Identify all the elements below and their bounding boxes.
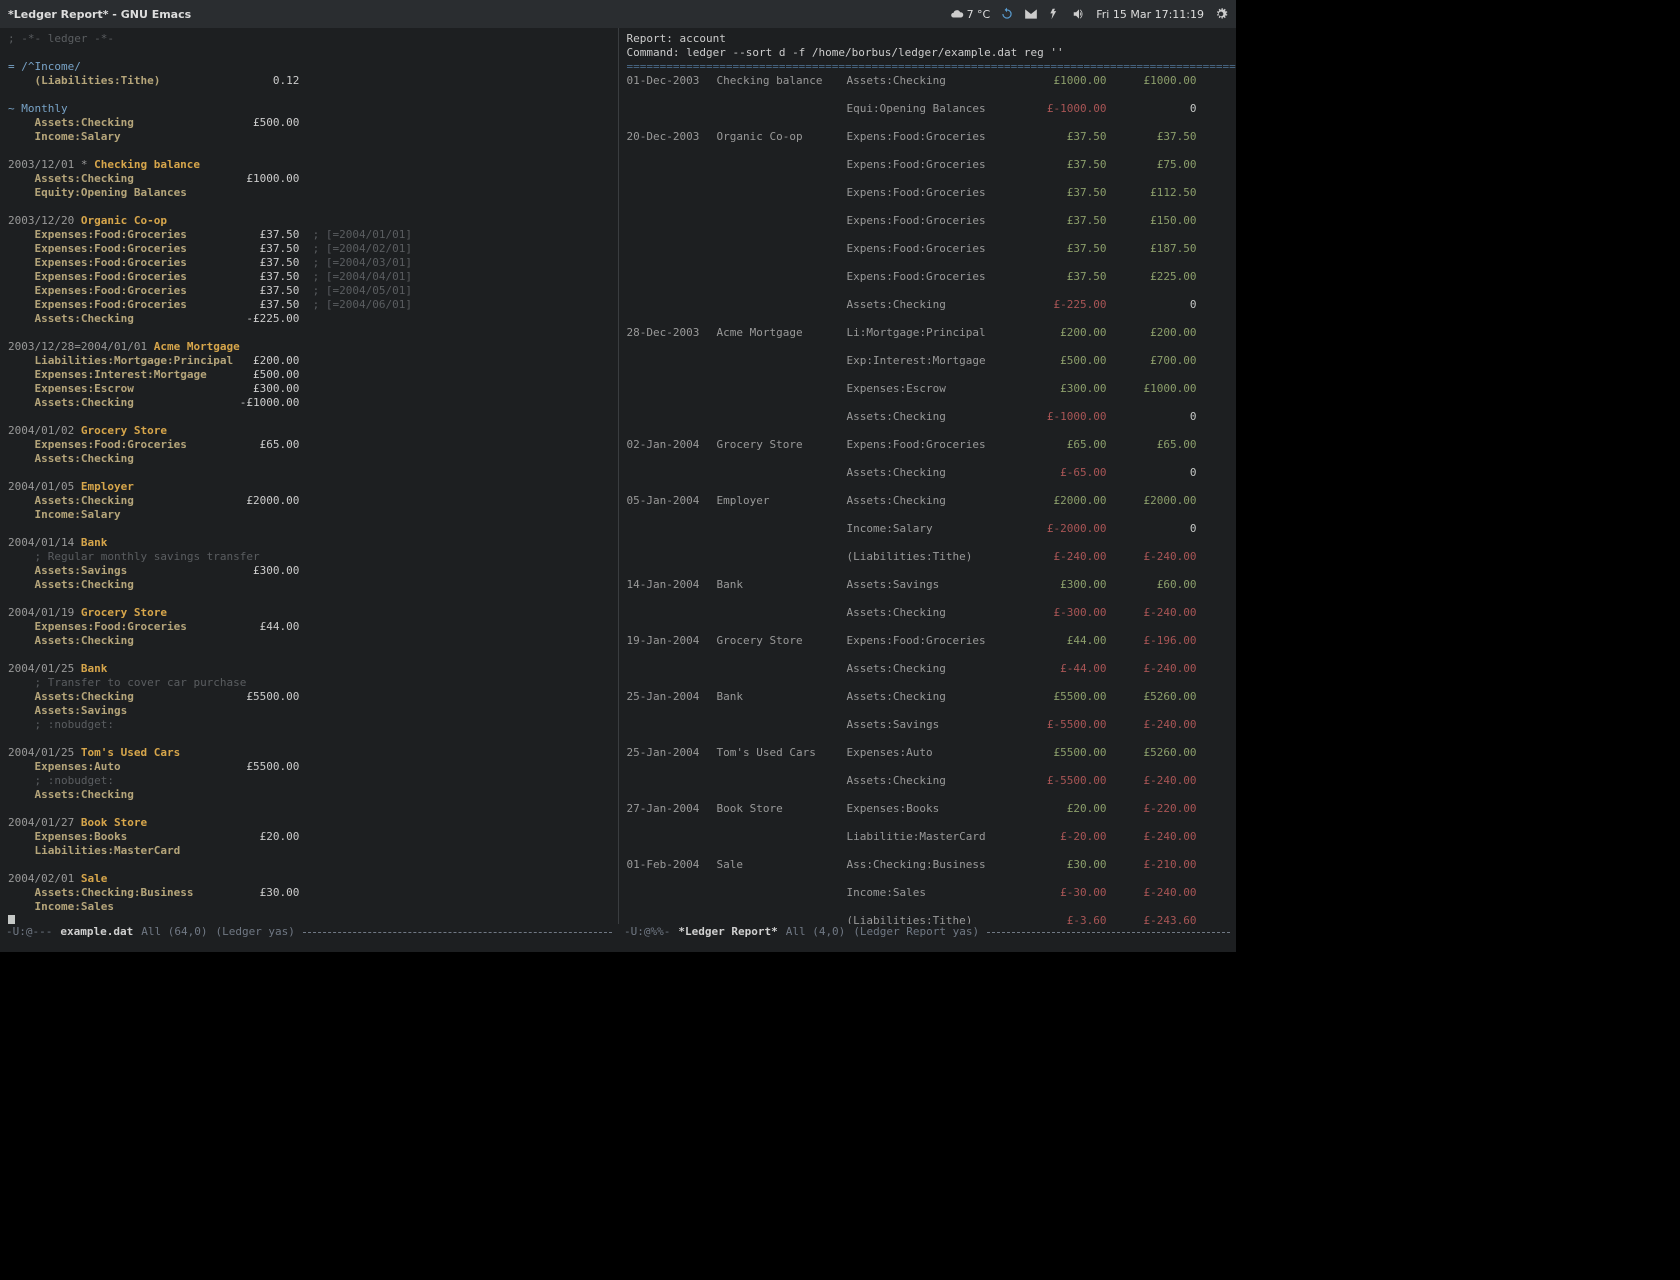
report-row: Expens:Food:Groceries£37.50£75.00 <box>627 158 1229 172</box>
report-row: 01-Dec-2003Checking balanceAssets:Checki… <box>627 74 1229 88</box>
refresh-icon[interactable] <box>1000 7 1014 21</box>
titlebar: *Ledger Report* - GNU Emacs 7 °C Fri 15 … <box>0 0 1236 28</box>
report-row: Income:Sales£-30.00£-240.00 <box>627 886 1229 900</box>
ml-mode: (Ledger yas) <box>215 925 294 938</box>
report-row: 25-Jan-2004Tom's Used CarsExpenses:Auto£… <box>627 746 1229 760</box>
report-row: Expens:Food:Groceries£37.50£150.00 <box>627 214 1229 228</box>
report-row: Assets:Savings£-5500.00£-240.00 <box>627 718 1229 732</box>
report-row: Assets:Checking£-65.000 <box>627 466 1229 480</box>
report-row: 01-Feb-2004SaleAss:Checking:Business£30.… <box>627 858 1229 872</box>
settings-icon[interactable] <box>1214 7 1228 21</box>
volume-icon[interactable] <box>1072 7 1086 21</box>
weather-widget[interactable]: 7 °C <box>950 7 991 21</box>
network-icon[interactable] <box>1048 7 1062 21</box>
report-row: Liabilitie:MasterCard£-20.00£-240.00 <box>627 830 1229 844</box>
report-row: 28-Dec-2003Acme MortgageLi:Mortgage:Prin… <box>627 326 1229 340</box>
report-row: (Liabilities:Tithe)£-240.00£-240.00 <box>627 550 1229 564</box>
modeline-left[interactable]: -U:@--- example.dat All (64,0) (Ledger y… <box>0 924 618 938</box>
report-row: Equi:Opening Balances£-1000.000 <box>627 102 1229 116</box>
report-row: Assets:Checking£-5500.00£-240.00 <box>627 774 1229 788</box>
report-row: 27-Jan-2004Book StoreExpenses:Books£20.0… <box>627 802 1229 816</box>
report-row: Exp:Interest:Mortgage£500.00£700.00 <box>627 354 1229 368</box>
report-row: Assets:Checking£-225.000 <box>627 298 1229 312</box>
ml-fill <box>987 932 1230 933</box>
weather-temp: 7 °C <box>967 8 991 21</box>
report-row: 14-Jan-2004BankAssets:Savings£300.00£60.… <box>627 578 1229 592</box>
ledger-report-buffer[interactable]: Report: account Command: ledger --sort d… <box>619 28 1237 924</box>
report-row: Expenses:Escrow£300.00£1000.00 <box>627 382 1229 396</box>
ml-position: All (4,0) <box>786 925 846 938</box>
report-row: Expens:Food:Groceries£37.50£112.50 <box>627 186 1229 200</box>
ml-status: -U:@--- <box>6 925 52 938</box>
report-row: (Liabilities:Tithe)£-3.60£-243.60 <box>627 914 1229 924</box>
clock: Fri 15 Mar 17:11:19 <box>1096 8 1204 21</box>
report-row: Assets:Checking£-1000.000 <box>627 410 1229 424</box>
ml-mode: (Ledger Report yas) <box>853 925 979 938</box>
cloud-icon <box>950 7 964 21</box>
report-row: Assets:Checking£-44.00£-240.00 <box>627 662 1229 676</box>
report-row: 25-Jan-2004BankAssets:Checking£5500.00£5… <box>627 690 1229 704</box>
emacs-frame: *Ledger Report* - GNU Emacs 7 °C Fri 15 … <box>0 0 1236 952</box>
report-row: Expens:Food:Groceries£37.50£187.50 <box>627 242 1229 256</box>
ledger-source-buffer[interactable]: ; -*- ledger -*- = /^Income/ (Liabilitie… <box>0 28 619 924</box>
report-row: 02-Jan-2004Grocery StoreExpens:Food:Groc… <box>627 438 1229 452</box>
ml-status: -U:@%%- <box>624 925 670 938</box>
report-row: Income:Salary£-2000.000 <box>627 522 1229 536</box>
report-row: Expens:Food:Groceries£37.50£225.00 <box>627 270 1229 284</box>
minibuffer[interactable] <box>0 938 1236 952</box>
ml-buffer-name: *Ledger Report* <box>678 925 777 938</box>
modeline-right[interactable]: -U:@%%- *Ledger Report* All (4,0) (Ledge… <box>618 924 1236 938</box>
report-row: Assets:Checking£-300.00£-240.00 <box>627 606 1229 620</box>
ml-buffer-name: example.dat <box>60 925 133 938</box>
window-title: *Ledger Report* - GNU Emacs <box>8 8 191 21</box>
report-row: 20-Dec-2003Organic Co-opExpens:Food:Groc… <box>627 130 1229 144</box>
report-row: 19-Jan-2004Grocery StoreExpens:Food:Groc… <box>627 634 1229 648</box>
mail-icon[interactable] <box>1024 7 1038 21</box>
modelines: -U:@--- example.dat All (64,0) (Ledger y… <box>0 924 1236 938</box>
report-row: 05-Jan-2004EmployerAssets:Checking£2000.… <box>627 494 1229 508</box>
system-tray: 7 °C Fri 15 Mar 17:11:19 <box>950 7 1228 21</box>
ml-fill <box>303 932 612 933</box>
ml-position: All (64,0) <box>141 925 207 938</box>
